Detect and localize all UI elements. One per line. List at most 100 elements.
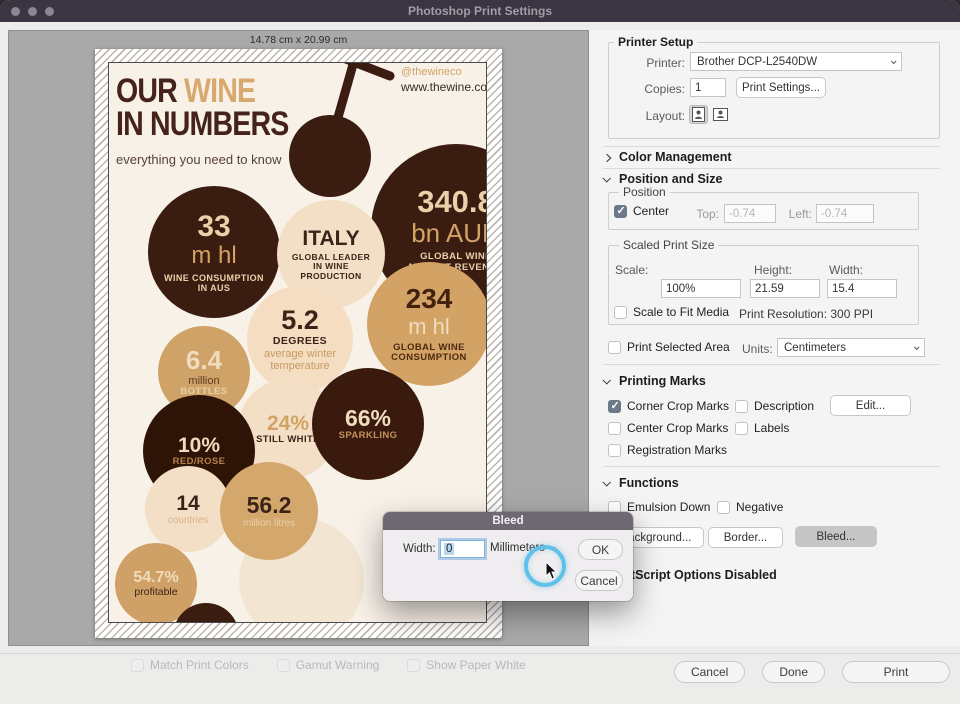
window-title: Photoshop Print Settings bbox=[408, 4, 552, 18]
height-input[interactable] bbox=[750, 279, 820, 298]
negative-checkbox[interactable] bbox=[717, 501, 730, 514]
left-label: Left: bbox=[782, 207, 812, 221]
social-handle: @thewineco bbox=[401, 66, 487, 80]
print-button[interactable]: Print bbox=[842, 661, 950, 683]
website-url: www.thewine.co bbox=[401, 80, 487, 95]
footer-divider bbox=[0, 653, 960, 654]
gamut-warning-checkbox[interactable] bbox=[277, 659, 290, 672]
bleed-width-input[interactable]: 0 bbox=[440, 540, 485, 558]
show-paper-white-label: Show Paper White bbox=[426, 658, 525, 672]
layout-landscape-button[interactable] bbox=[711, 105, 730, 124]
chevron-down-icon[interactable] bbox=[602, 478, 610, 486]
center-crop-marks-row[interactable]: Center Crop Marks bbox=[608, 421, 728, 435]
close-window-icon[interactable] bbox=[11, 7, 20, 16]
divider bbox=[603, 146, 940, 147]
match-print-colors-checkbox[interactable] bbox=[131, 659, 144, 672]
show-paper-white-checkbox[interactable] bbox=[407, 659, 420, 672]
copies-input[interactable] bbox=[690, 78, 726, 97]
copies-label: Copies: bbox=[642, 82, 685, 96]
match-print-colors-row[interactable]: Match Print Colors bbox=[131, 658, 249, 672]
stat-circle-sparkling: 66% SPARKLING bbox=[312, 368, 424, 480]
poster-subtitle: everything you need to know bbox=[116, 152, 282, 167]
top-input[interactable] bbox=[724, 204, 776, 223]
description-row[interactable]: Description bbox=[735, 399, 814, 413]
edit-button[interactable]: Edit... bbox=[830, 395, 911, 416]
negative-row[interactable]: Negative bbox=[717, 500, 783, 514]
center-crop-marks-checkbox[interactable] bbox=[608, 422, 621, 435]
center-checkbox[interactable] bbox=[614, 205, 627, 218]
title-bar: Photoshop Print Settings bbox=[0, 0, 960, 22]
scale-input[interactable] bbox=[661, 279, 741, 298]
width-label: Width: bbox=[829, 263, 863, 277]
stat-circle-countries: 14 countries bbox=[145, 466, 231, 552]
divider bbox=[603, 168, 940, 169]
print-settings-panel: Printer Setup Printer: Brother DCP-L2540… bbox=[589, 30, 960, 646]
scale-label: Scale: bbox=[615, 263, 648, 277]
units-select[interactable]: Centimeters bbox=[777, 338, 925, 357]
center-crop-marks-label: Center Crop Marks bbox=[627, 421, 728, 435]
scaled-print-size-legend: Scaled Print Size bbox=[619, 238, 718, 252]
scale-to-fit-checkbox[interactable] bbox=[614, 306, 627, 319]
section-position-and-size[interactable]: Position and Size bbox=[619, 172, 723, 186]
printer-select[interactable]: Brother DCP-L2540DW bbox=[690, 52, 902, 71]
show-paper-white-row[interactable]: Show Paper White bbox=[407, 658, 525, 672]
poster-social-block: @thewineco www.thewine.co bbox=[401, 66, 487, 95]
gamut-warning-row[interactable]: Gamut Warning bbox=[277, 658, 380, 672]
layout-portrait-button[interactable] bbox=[689, 105, 708, 124]
window-controls[interactable] bbox=[11, 7, 54, 16]
emulsion-down-label: Emulsion Down bbox=[627, 500, 710, 514]
landscape-orientation-icon bbox=[713, 108, 728, 121]
section-printing-marks[interactable]: Printing Marks bbox=[619, 374, 706, 388]
dialog-action-buttons: Cancel Done Print bbox=[674, 661, 950, 683]
negative-label: Negative bbox=[736, 500, 783, 514]
section-functions[interactable]: Functions bbox=[619, 476, 679, 490]
position-legend: Position bbox=[619, 185, 670, 199]
document-dimensions-label: 14.78 cm x 20.99 cm bbox=[9, 34, 588, 46]
center-checkbox-row[interactable]: Center bbox=[614, 204, 669, 218]
width-input[interactable] bbox=[827, 279, 897, 298]
print-resolution-label: Print Resolution: 300 PPI bbox=[739, 307, 873, 321]
minimize-window-icon[interactable] bbox=[28, 7, 37, 16]
chevron-down-icon[interactable] bbox=[602, 376, 610, 384]
corner-crop-marks-checkbox[interactable] bbox=[608, 400, 621, 413]
print-settings-button[interactable]: Print Settings... bbox=[736, 77, 826, 98]
mouse-cursor-icon bbox=[545, 561, 559, 581]
center-label: Center bbox=[633, 204, 669, 218]
stat-circle-million-litres: 56.2 million litres bbox=[220, 462, 318, 560]
chevron-right-icon[interactable] bbox=[603, 154, 611, 162]
layout-label: Layout: bbox=[644, 109, 685, 123]
section-color-management[interactable]: Color Management bbox=[619, 150, 732, 164]
poster-title: OUR WINE IN NUMBERS bbox=[116, 75, 288, 142]
chevron-down-icon[interactable] bbox=[602, 174, 610, 182]
printer-label: Printer: bbox=[645, 56, 685, 70]
registration-marks-label: Registration Marks bbox=[627, 443, 727, 457]
scale-to-fit-row[interactable]: Scale to Fit Media bbox=[614, 305, 729, 319]
bleed-cancel-button[interactable]: Cancel bbox=[575, 570, 623, 591]
bleed-button[interactable]: Bleed... bbox=[795, 526, 877, 547]
chevron-down-icon bbox=[891, 58, 897, 64]
stat-circle-global-consumption: 234 m hl GLOBAL WINE CONSUMPTION bbox=[367, 262, 487, 386]
divider bbox=[603, 466, 940, 467]
print-selected-area-checkbox[interactable] bbox=[608, 341, 621, 354]
corner-crop-marks-row[interactable]: Corner Crop Marks bbox=[608, 399, 729, 413]
print-selected-area-row[interactable]: Print Selected Area bbox=[608, 340, 730, 354]
chevron-down-icon bbox=[914, 344, 920, 350]
left-input[interactable] bbox=[816, 204, 874, 223]
description-checkbox[interactable] bbox=[735, 400, 748, 413]
bleed-dialog-title: Bleed bbox=[492, 515, 523, 527]
labels-label: Labels bbox=[754, 421, 789, 435]
bleed-dialog-titlebar[interactable]: Bleed bbox=[383, 512, 633, 530]
zoom-window-icon[interactable] bbox=[45, 7, 54, 16]
labels-checkbox[interactable] bbox=[735, 422, 748, 435]
labels-row[interactable]: Labels bbox=[735, 421, 789, 435]
bleed-dialog: Bleed Width: 0 Millimeters OK Cancel bbox=[383, 512, 633, 601]
registration-marks-row[interactable]: Registration Marks bbox=[608, 443, 727, 457]
done-button[interactable]: Done bbox=[762, 661, 825, 683]
cancel-button[interactable]: Cancel bbox=[674, 661, 745, 683]
registration-marks-checkbox[interactable] bbox=[608, 444, 621, 457]
portrait-orientation-icon bbox=[692, 107, 705, 122]
section-postscript-options: PostScript Options Disabled bbox=[608, 568, 777, 582]
bleed-ok-button[interactable]: OK bbox=[578, 539, 623, 560]
top-label: Top: bbox=[689, 207, 719, 221]
border-button[interactable]: Border... bbox=[708, 527, 783, 548]
